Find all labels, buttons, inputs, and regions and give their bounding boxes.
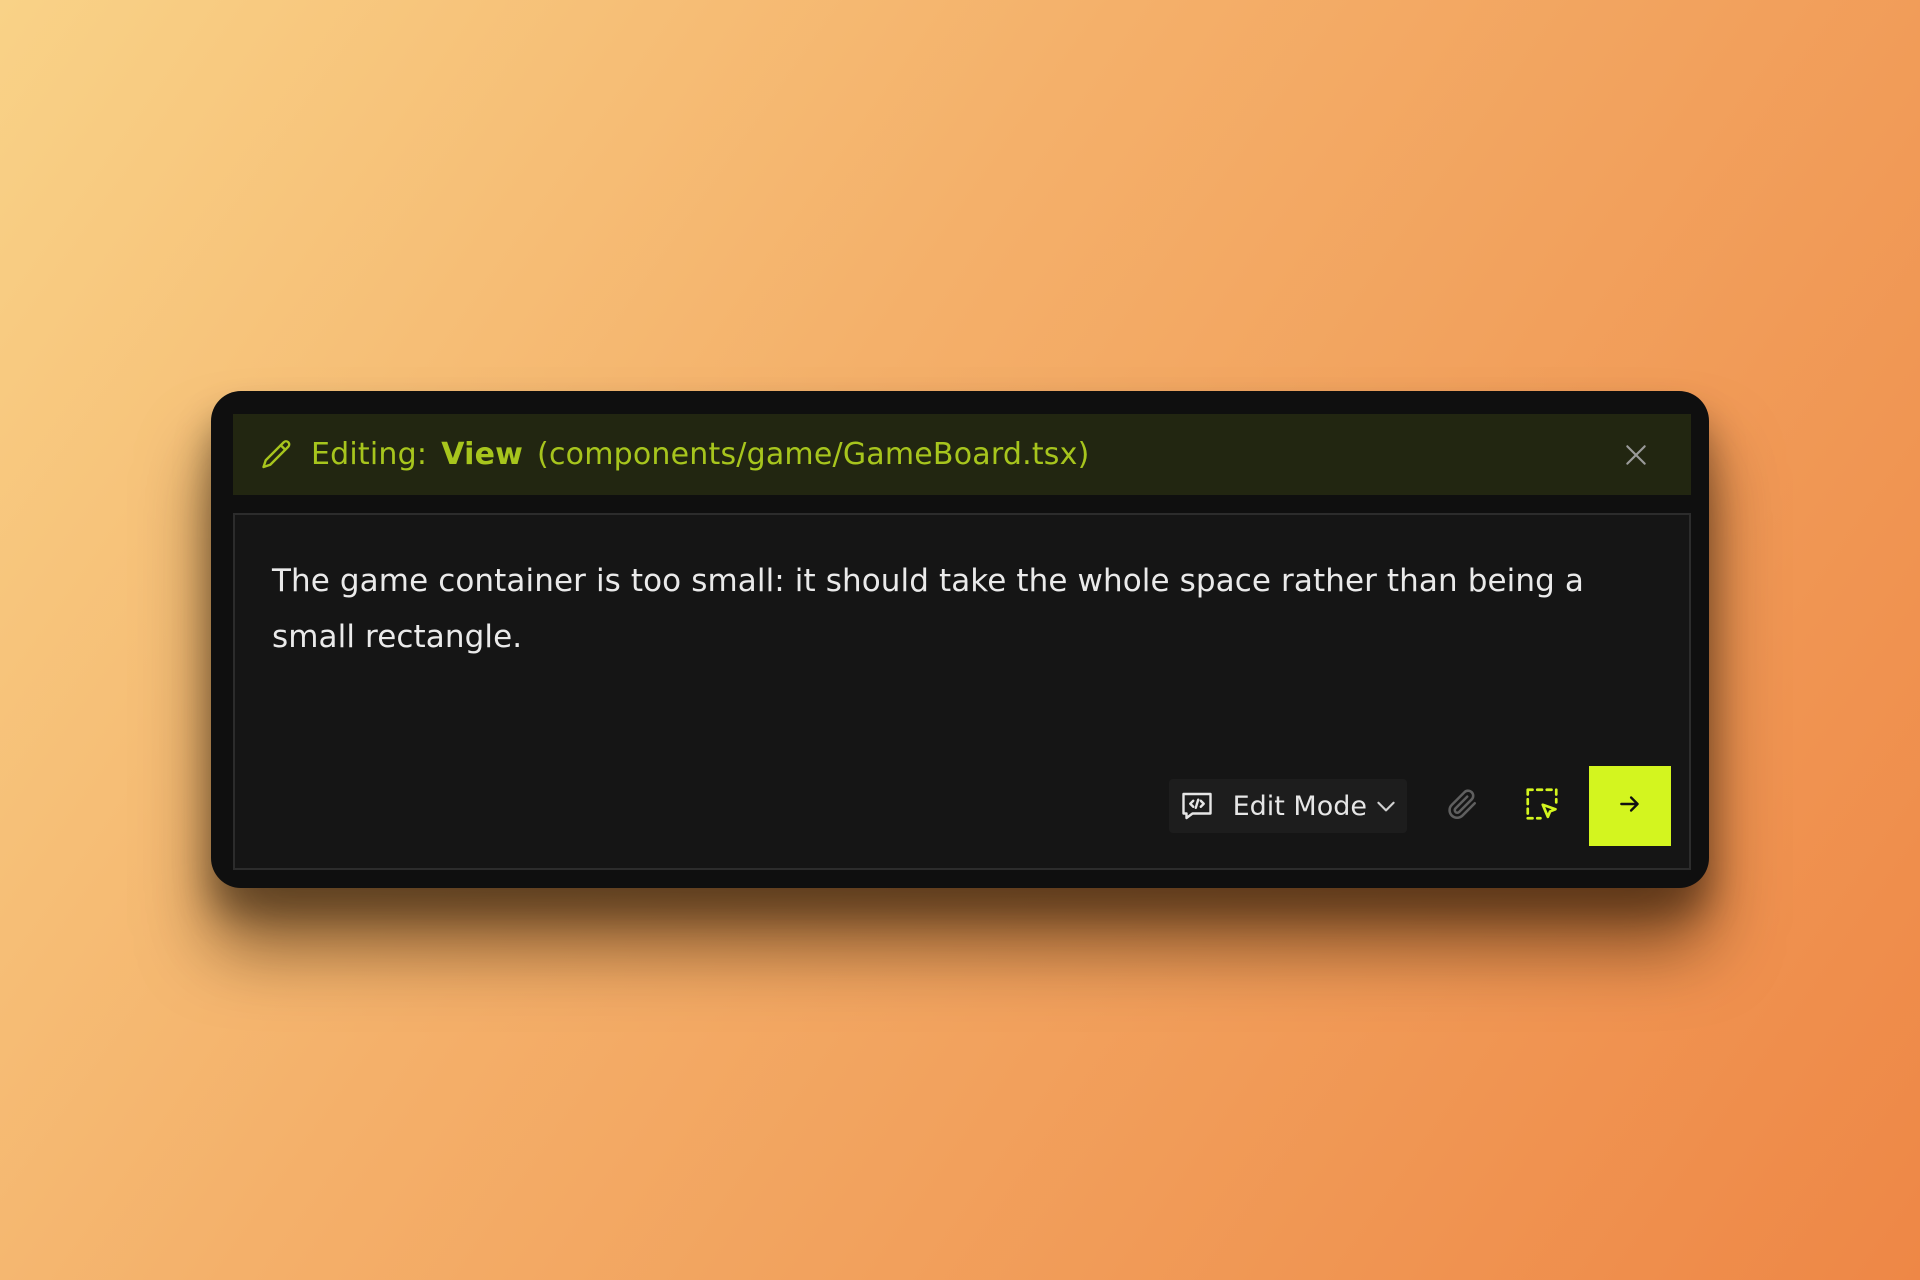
arrow-right-icon [1617,791,1643,821]
mode-dropdown[interactable]: Edit Mode [1168,779,1407,833]
paperclip-icon [1444,786,1480,826]
chat-code-icon [1179,788,1215,824]
attach-button[interactable] [1437,781,1487,831]
select-element-icon [1523,785,1561,827]
chevron-down-icon [1373,793,1399,819]
component-name: View [441,437,524,472]
input-toolbar: Edit Mode [1168,766,1671,846]
editing-context-bar: Editing: View (components/game/GameBoard… [233,414,1691,495]
chat-input-panel: Editing: View (components/game/GameBoard… [211,391,1709,888]
prompt-text[interactable]: The game container is too small: it shou… [272,553,1632,665]
send-button[interactable] [1589,766,1671,846]
pencil-icon [259,437,295,473]
close-icon[interactable] [1623,442,1649,468]
mode-label: Edit Mode [1232,790,1367,822]
select-element-button[interactable] [1517,781,1567,831]
file-path: (components/game/GameBoard.tsx) [537,437,1090,472]
editing-label: Editing: [311,437,428,472]
prompt-input[interactable]: The game container is too small: it shou… [233,513,1691,870]
